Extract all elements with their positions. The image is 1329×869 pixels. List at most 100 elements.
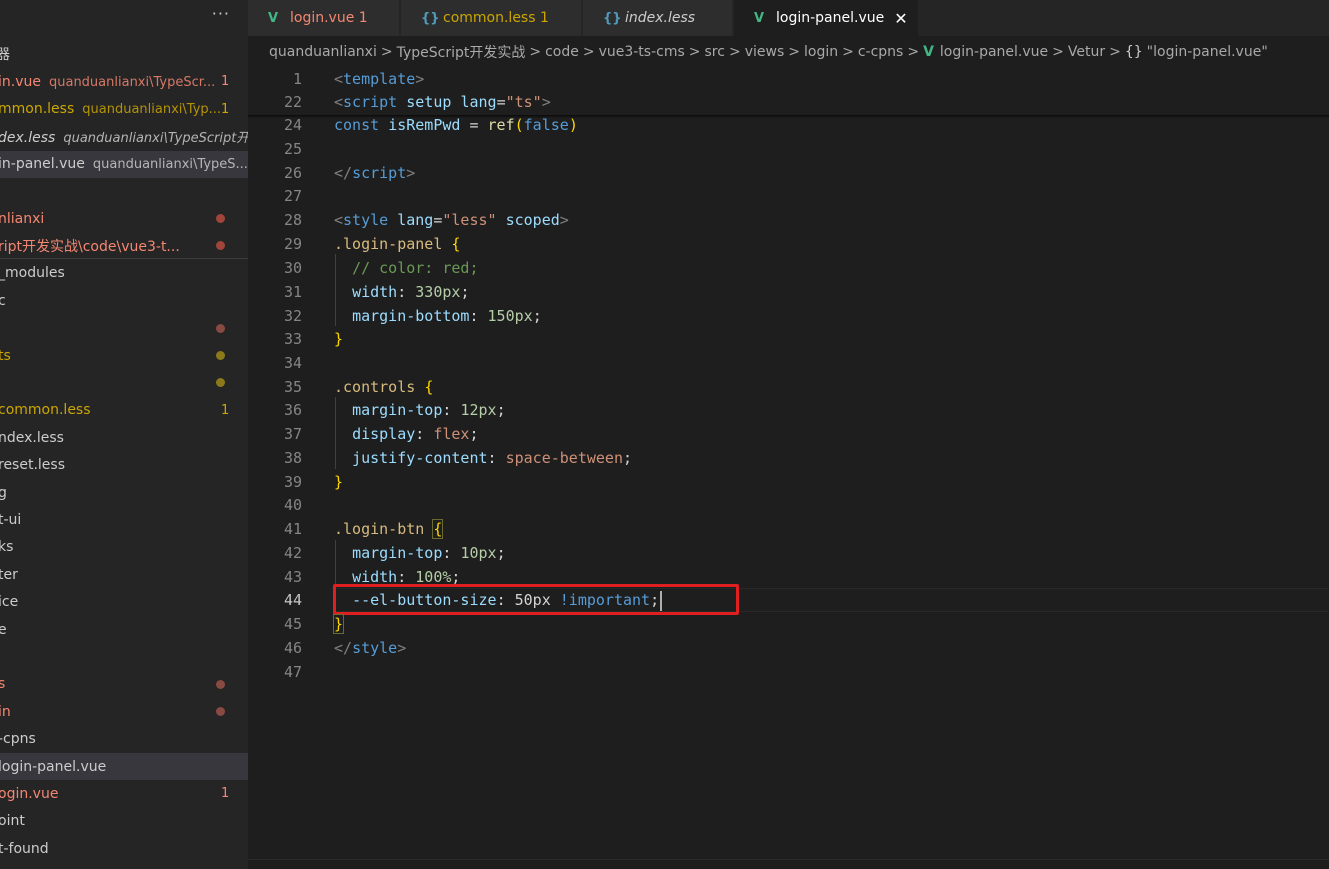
breadcrumb-vetur[interactable]: Vetur: [1068, 44, 1105, 60]
tree-item[interactable]: [0, 315, 248, 342]
code-token: display: [352, 425, 416, 443]
open-editor-item[interactable]: dex.less quanduanlianxi\TypeScript开...: [0, 123, 248, 150]
code-line[interactable]: 24 const isRemPwd = ref(false): [248, 114, 1329, 138]
tab-login-vue[interactable]: Vlogin.vue 1: [248, 0, 400, 36]
tree-item[interactable]: [0, 643, 248, 670]
breadcrumb-item[interactable]: quanduanlianxi: [269, 44, 377, 60]
code-line[interactable]: 42 margin-top: 10px;: [248, 542, 1329, 566]
code-editor[interactable]: 1 <template> 22 <script setup lang="ts"> 24 c…: [248, 68, 1329, 859]
tree-item[interactable]: login-panel.vue: [0, 753, 248, 780]
tree-item[interactable]: [0, 369, 248, 396]
code-line[interactable]: 44 --el-button-size: 50px !important;: [248, 589, 1329, 613]
code-line[interactable]: 47: [248, 661, 1329, 685]
tree-item-label: g: [0, 484, 7, 501]
code-text: // color: red;: [334, 257, 478, 279]
tree-item[interactable]: ks: [0, 534, 248, 561]
code-line[interactable]: 38 justify-content: space-between;: [248, 447, 1329, 471]
code-line[interactable]: 28 <style lang="less" scoped>: [248, 209, 1329, 233]
code-token: :: [415, 425, 434, 443]
open-editor-item[interactable]: in-panel.vue quanduanlianxi\TypeS...: [0, 150, 248, 178]
tree-item[interactable]: t-found: [0, 835, 248, 862]
code-line[interactable]: 45}: [248, 613, 1329, 637]
tree-item[interactable]: g: [0, 479, 248, 506]
code-token: .login-panel: [334, 235, 443, 253]
code-text: const isRemPwd = ref(false): [334, 114, 578, 136]
breadcrumb-item[interactable]: code: [545, 44, 579, 60]
tab-index-less[interactable]: {} index.less: [583, 0, 733, 36]
tree-item[interactable]: ter: [0, 561, 248, 588]
code-token: const: [334, 116, 380, 134]
tree-item[interactable]: e: [0, 616, 248, 643]
chevron-right-icon: >: [1109, 44, 1121, 60]
code-line[interactable]: 22 <script setup lang="ts">: [248, 91, 1329, 115]
breadcrumb-item[interactable]: views: [745, 44, 785, 60]
tree-item[interactable]: ript开发实战\code\vue3-t...: [0, 232, 248, 259]
code-line[interactable]: 39}: [248, 471, 1329, 495]
breadcrumb-item[interactable]: vue3-ts-cms: [599, 44, 685, 60]
code-line[interactable]: 34: [248, 352, 1329, 376]
tree-item[interactable]: t-ui: [0, 506, 248, 533]
vue-file-icon: V: [923, 44, 934, 60]
code-token: ;: [532, 307, 542, 325]
tree-item[interactable]: ice: [0, 589, 248, 616]
code-line[interactable]: 35 .controls {: [248, 376, 1329, 400]
code-line[interactable]: 25: [248, 138, 1329, 162]
code-line[interactable]: 36 margin-top: 12px;: [248, 399, 1329, 423]
breadcrumb-item[interactable]: TypeScript开发实战: [397, 42, 526, 62]
code-token: ref: [487, 116, 515, 134]
tree-item-label: ts: [0, 347, 11, 364]
open-editor-item[interactable]: mmon.less quanduanlianxi\Typ... 1: [0, 96, 248, 123]
code-line[interactable]: 1 <template>: [248, 68, 1329, 92]
breadcrumb-item[interactable]: c-cpns: [858, 44, 904, 60]
breadcrumb-symbol[interactable]: "login-panel.vue": [1147, 44, 1268, 60]
code-line[interactable]: 37 display: flex;: [248, 423, 1329, 447]
open-editor-item[interactable]: in.vue quanduanlianxi\TypeScr... 1: [0, 68, 248, 95]
breadcrumb-file[interactable]: login-panel.vue: [940, 44, 1048, 60]
code-line[interactable]: 29 .login-panel {: [248, 233, 1329, 257]
tree-item[interactable]: ndex.less: [0, 424, 248, 451]
breadcrumb-item[interactable]: src: [705, 44, 725, 60]
line-number: 33: [283, 330, 302, 348]
tree-item[interactable]: common.less 1: [0, 397, 248, 424]
open-editors-header[interactable]: 器: [0, 40, 248, 67]
code-line[interactable]: 40: [248, 494, 1329, 518]
tab-label: login-panel.vue: [776, 10, 885, 26]
code-line[interactable]: 31 width: 330px;: [248, 281, 1329, 305]
tree-item[interactable]: oint: [0, 808, 248, 835]
code-token: : 50px: [496, 591, 560, 609]
code-text: </script>: [334, 162, 415, 184]
code-line[interactable]: 30 // color: red;: [248, 257, 1329, 281]
tab-login-panel-vue[interactable]: Vlogin-panel.vue ✕: [734, 0, 919, 36]
tree-item[interactable]: nlianxi: [0, 205, 248, 232]
more-actions-icon[interactable]: ···: [212, 4, 230, 23]
problem-count-badge: 1: [221, 786, 230, 802]
code-token: 10px: [460, 544, 497, 562]
code-line[interactable]: 33}: [248, 328, 1329, 352]
code-line[interactable]: 43 width: 100%;: [248, 566, 1329, 590]
tree-item[interactable]: in: [0, 698, 248, 725]
code-token: "less": [442, 211, 497, 229]
tab-common-less[interactable]: {} common.less 1: [401, 0, 582, 36]
tree-item[interactable]: ts: [0, 342, 248, 369]
code-line[interactable]: 32 margin-bottom: 150px;: [248, 305, 1329, 329]
vue-file-icon: V: [754, 10, 765, 26]
tree-item[interactable]: ogin.vue 1: [0, 780, 248, 807]
close-icon[interactable]: ✕: [894, 9, 907, 28]
line-number: 1: [292, 70, 302, 88]
tree-item[interactable]: s: [0, 671, 248, 698]
tree-item[interactable]: c: [0, 287, 248, 314]
text-cursor: [660, 590, 663, 611]
tree-item[interactable]: -cpns: [0, 726, 248, 753]
tree-item[interactable]: reset.less: [0, 452, 248, 479]
tree-item-label: ks: [0, 539, 14, 556]
chevron-right-icon: >: [529, 44, 542, 60]
code-line[interactable]: 46 </style>: [248, 637, 1329, 661]
code-line[interactable]: 26 </script>: [248, 162, 1329, 186]
code-line[interactable]: 41 .login-btn {: [248, 518, 1329, 542]
code-line[interactable]: 27: [248, 185, 1329, 209]
tree-item[interactable]: _modules: [0, 260, 248, 287]
horizontal-scrollbar[interactable]: [248, 859, 1329, 869]
breadcrumb-item[interactable]: login: [804, 44, 838, 60]
editor-tabs: Vlogin.vue 1{} common.less 1{} index.less V…: [248, 0, 1329, 36]
code-text: width: 100%;: [334, 566, 460, 588]
